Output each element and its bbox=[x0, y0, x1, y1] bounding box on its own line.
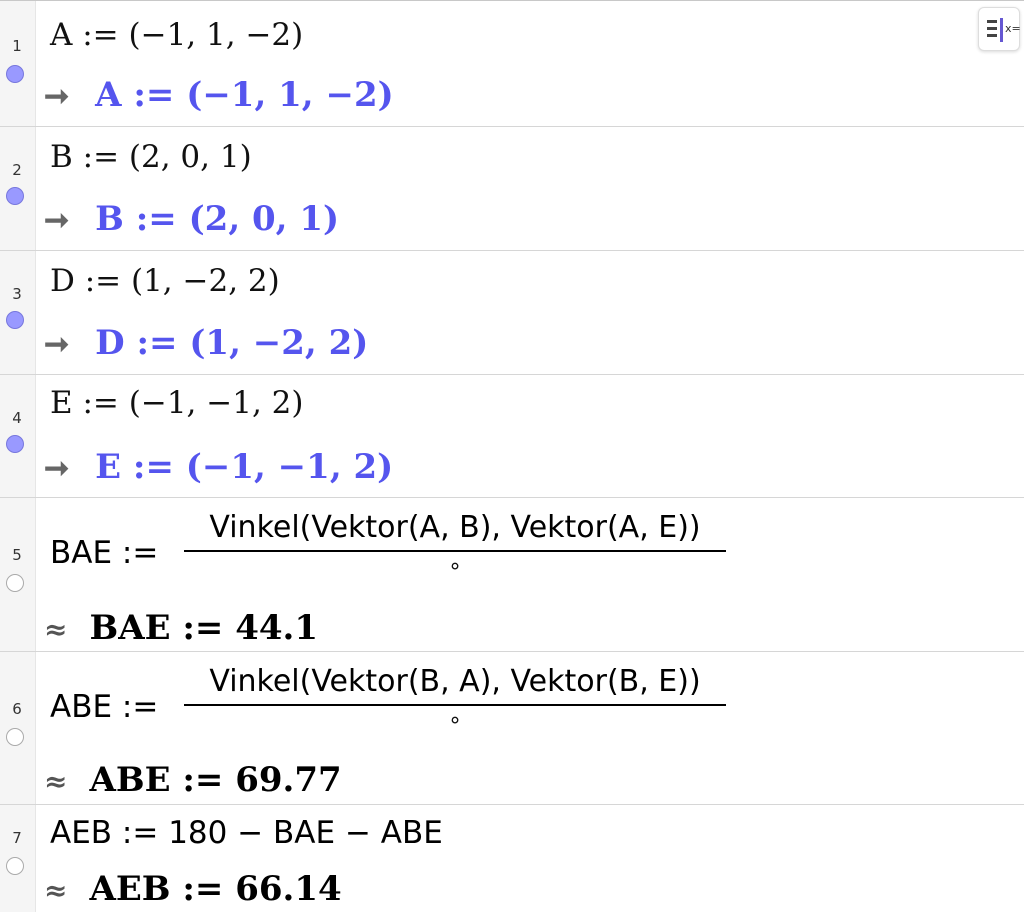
result-arrow-icon: ➞ bbox=[44, 451, 70, 486]
visibility-toggle[interactable] bbox=[6, 728, 24, 746]
row-number: 6 bbox=[12, 700, 22, 718]
row-number: 5 bbox=[12, 546, 22, 564]
cas-output: ≈ BAE := 44.1 bbox=[44, 606, 318, 652]
cas-input[interactable]: E := (−1, −1, 2) bbox=[50, 383, 303, 423]
cas-row-2[interactable]: 2 B := (2, 0, 1) ➞ B := (2, 0, 1) bbox=[0, 127, 1024, 251]
text-cursor-icon bbox=[1000, 18, 1003, 42]
cas-input[interactable]: AEB := 180 − BAE − ABE bbox=[50, 813, 443, 853]
visibility-toggle[interactable] bbox=[6, 574, 24, 592]
degree-symbol: ∘ bbox=[448, 708, 462, 733]
visibility-toggle[interactable] bbox=[6, 311, 24, 329]
approx-icon: ≈ bbox=[44, 765, 68, 798]
cas-input-fraction[interactable]: Vinkel(Vektor(A, B), Vektor(A, E)) ∘ bbox=[184, 508, 726, 582]
cas-row-1[interactable]: 1 A := (−1, 1, −2) ➞ A := (−1, 1, −2) bbox=[0, 1, 1024, 127]
algebra-view: 1 A := (−1, 1, −2) ➞ A := (−1, 1, −2) 2 B… bbox=[0, 0, 1024, 912]
output-text: E := (−1, −1, 2) bbox=[95, 447, 394, 487]
degree-symbol: ∘ bbox=[448, 554, 462, 579]
cas-input-lhs[interactable]: BAE := bbox=[50, 533, 158, 573]
visibility-toggle[interactable] bbox=[6, 435, 24, 453]
cas-row-5[interactable]: 5 BAE := Vinkel(Vektor(A, B), Vektor(A, … bbox=[0, 498, 1024, 652]
cas-output: ➞ A := (−1, 1, −2) bbox=[44, 73, 394, 119]
cas-output: ≈ ABE := 69.77 bbox=[44, 758, 342, 804]
row-number: 2 bbox=[12, 161, 22, 179]
cas-output: ➞ D := (1, −2, 2) bbox=[44, 321, 368, 367]
visibility-toggle[interactable] bbox=[6, 187, 24, 205]
fraction-numerator: Vinkel(Vektor(A, B), Vektor(A, E)) bbox=[209, 510, 701, 545]
result-arrow-icon: ➞ bbox=[44, 327, 70, 362]
cas-row-6[interactable]: 6 ABE := Vinkel(Vektor(B, A), Vektor(B, … bbox=[0, 652, 1024, 805]
cas-row-3[interactable]: 3 D := (1, −2, 2) ➞ D := (1, −2, 2) bbox=[0, 251, 1024, 375]
cas-row-4[interactable]: 4 E := (−1, −1, 2) ➞ E := (−1, −1, 2) bbox=[0, 375, 1024, 498]
algebra-input-toggle-button[interactable]: x= bbox=[978, 7, 1021, 51]
row-number: 1 bbox=[12, 37, 22, 55]
result-arrow-icon: ➞ bbox=[44, 79, 70, 114]
output-text: D := (1, −2, 2) bbox=[95, 323, 369, 363]
row-number: 7 bbox=[12, 829, 22, 847]
output-text: ABE := 69.77 bbox=[89, 760, 342, 800]
cas-input-fraction[interactable]: Vinkel(Vektor(B, A), Vektor(B, E)) ∘ bbox=[184, 662, 726, 736]
output-text: B := (2, 0, 1) bbox=[95, 199, 340, 239]
cas-input[interactable]: A := (−1, 1, −2) bbox=[50, 15, 303, 55]
visibility-toggle[interactable] bbox=[6, 857, 24, 875]
output-text: A := (−1, 1, −2) bbox=[95, 75, 394, 115]
cas-row-7[interactable]: 7 AEB := 180 − BAE − ABE ≈ AEB := 66.14 bbox=[0, 805, 1024, 912]
approx-icon: ≈ bbox=[44, 874, 68, 907]
cas-output: ≈ AEB := 66.14 bbox=[44, 867, 342, 913]
toolbar-label: x= bbox=[1005, 22, 1021, 35]
row-number: 3 bbox=[12, 285, 22, 303]
output-text: AEB := 66.14 bbox=[89, 869, 342, 909]
output-text: BAE := 44.1 bbox=[89, 608, 319, 648]
result-arrow-icon: ➞ bbox=[44, 203, 70, 238]
cas-output: ➞ B := (2, 0, 1) bbox=[44, 197, 339, 243]
visibility-toggle[interactable] bbox=[6, 65, 24, 83]
list-lines-icon bbox=[987, 20, 997, 40]
fraction-numerator: Vinkel(Vektor(B, A), Vektor(B, E)) bbox=[209, 664, 701, 699]
cas-input-lhs[interactable]: ABE := bbox=[50, 687, 158, 727]
approx-icon: ≈ bbox=[44, 613, 68, 646]
cas-output: ➞ E := (−1, −1, 2) bbox=[44, 445, 393, 491]
row-number: 4 bbox=[12, 409, 22, 427]
cas-input[interactable]: D := (1, −2, 2) bbox=[50, 261, 280, 301]
cas-input[interactable]: B := (2, 0, 1) bbox=[50, 137, 252, 177]
